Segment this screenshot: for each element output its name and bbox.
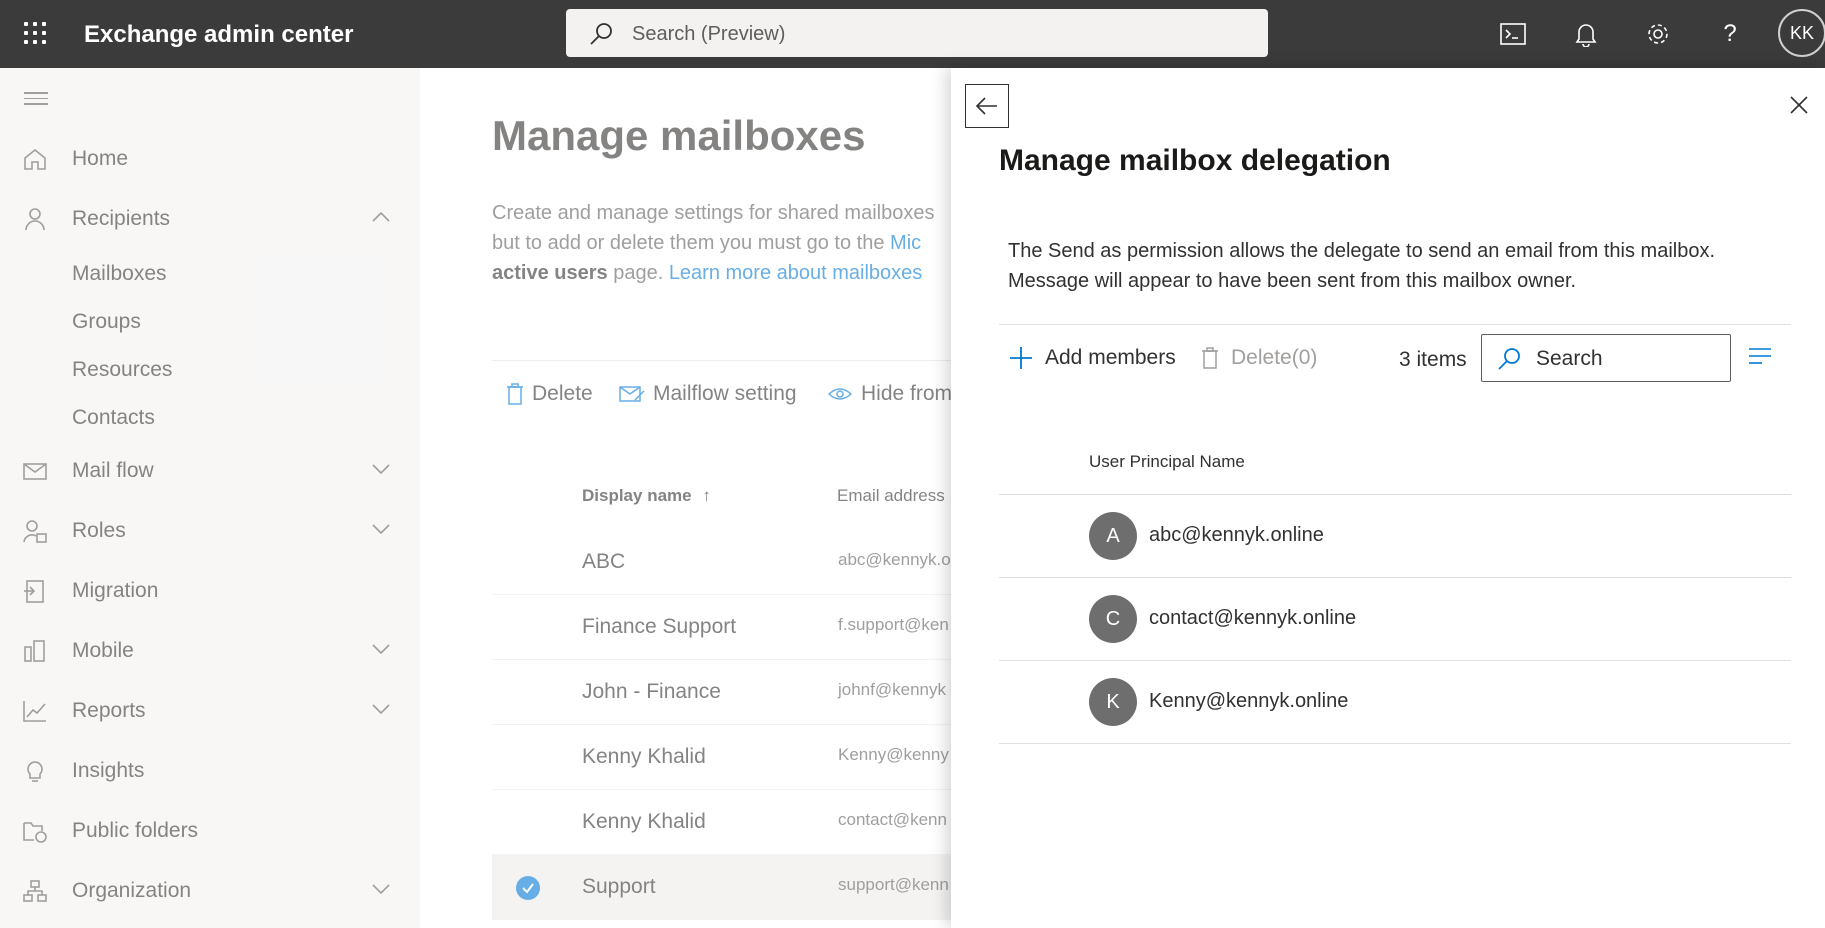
member-row[interactable]: A abc@kennyk.online — [999, 495, 1791, 578]
close-icon — [1790, 96, 1808, 114]
search-icon — [1498, 348, 1520, 370]
user-avatar[interactable]: KK — [1778, 9, 1825, 57]
panel-title: Manage mailbox delegation — [999, 144, 1391, 177]
items-count: 3 items — [1399, 348, 1467, 371]
column-header-upn[interactable]: User Principal Name — [1089, 452, 1245, 472]
global-search-input[interactable]: Search (Preview) — [566, 9, 1268, 57]
member-upn: contact@kennyk.online — [1149, 607, 1357, 629]
arrow-left-icon — [975, 97, 997, 115]
global-search-placeholder: Search (Preview) — [632, 23, 786, 45]
top-bar: Exchange admin center Search (Preview) ?… — [0, 0, 1825, 68]
app-launcher-icon[interactable] — [22, 20, 48, 46]
panel-desc-line2: Message will appear to have been sent fr… — [1008, 270, 1577, 292]
bell-icon[interactable] — [1570, 18, 1602, 50]
divider — [999, 324, 1791, 325]
member-upn: Kenny@kennyk.online — [1149, 690, 1349, 712]
plus-icon — [1010, 347, 1032, 369]
app-title[interactable]: Exchange admin center — [84, 21, 353, 49]
member-upn: abc@kennyk.online — [1149, 524, 1324, 546]
add-members-label: Add members — [1045, 346, 1176, 369]
panel-search-input[interactable]: Search — [1481, 334, 1731, 382]
delete-members-button[interactable]: Delete(0) — [1201, 346, 1317, 370]
panel-description: The Send as permission allows the delega… — [1008, 236, 1788, 296]
search-icon — [590, 23, 612, 45]
panel-search-placeholder: Search — [1536, 347, 1603, 370]
add-members-button[interactable]: Add members — [1009, 346, 1176, 370]
member-avatar: C — [1089, 595, 1137, 643]
member-avatar: A — [1089, 512, 1137, 560]
filter-icon[interactable] — [1748, 346, 1772, 371]
back-button[interactable] — [965, 84, 1009, 128]
help-icon[interactable]: ? — [1714, 18, 1746, 50]
member-avatar: K — [1089, 678, 1137, 726]
trash-icon — [1202, 347, 1218, 369]
modal-overlay[interactable] — [0, 68, 952, 928]
gear-icon[interactable] — [1642, 18, 1674, 50]
member-row[interactable]: K Kenny@kennyk.online — [999, 661, 1791, 744]
terminal-icon[interactable] — [1497, 18, 1529, 50]
close-button[interactable] — [1786, 92, 1812, 118]
panel-desc-line1: The Send as permission allows the delega… — [1008, 240, 1716, 262]
member-row[interactable]: C contact@kennyk.online — [999, 578, 1791, 661]
delegation-panel: Manage mailbox delegation The Send as pe… — [951, 68, 1825, 928]
delete-members-label: Delete(0) — [1231, 346, 1318, 369]
